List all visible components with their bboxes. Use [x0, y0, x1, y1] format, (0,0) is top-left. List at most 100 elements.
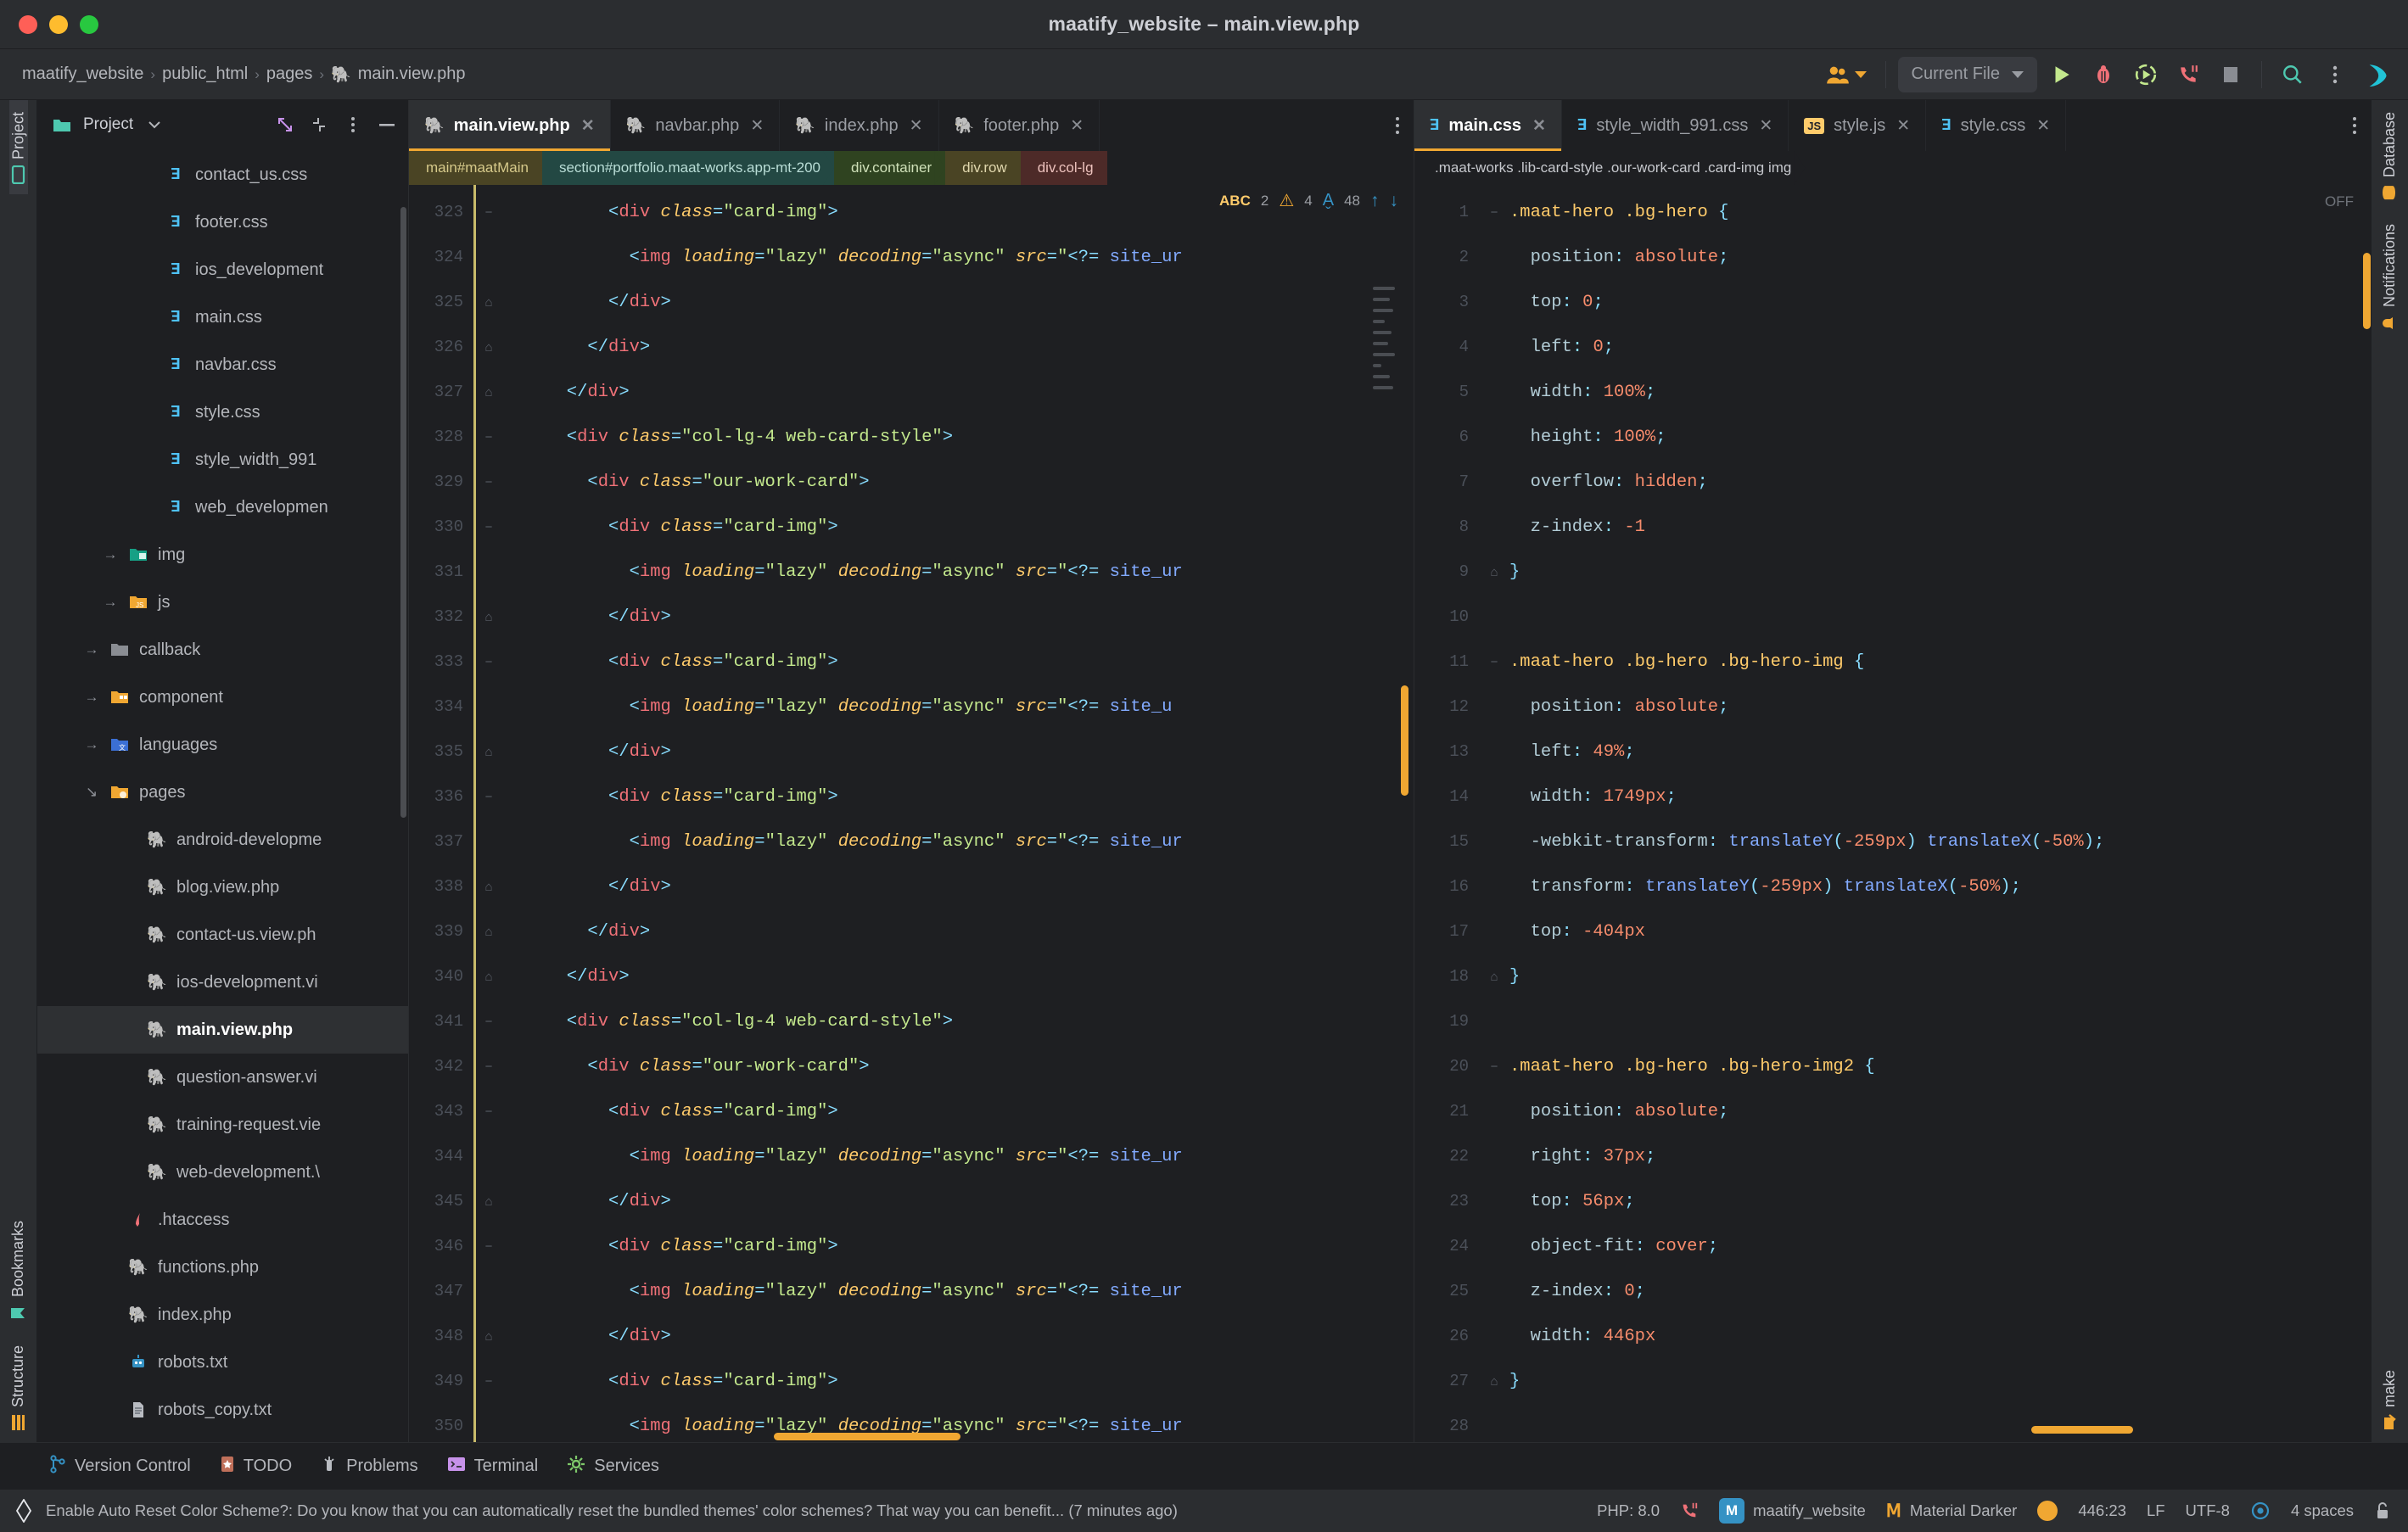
fold-marker[interactable]: ⌂	[473, 370, 504, 415]
breadcrumb-segment[interactable]: section#portfolio.maat-works.app-mt-200	[541, 151, 834, 185]
code-line[interactable]: </div>	[504, 1179, 1414, 1224]
fold-marker[interactable]: −	[473, 1224, 504, 1269]
tree-item[interactable]: → component	[37, 674, 408, 721]
collapse-all-icon[interactable]	[306, 112, 332, 137]
code-line[interactable]: <div class="card-img">	[504, 1359, 1414, 1404]
disclosure-arrow-icon[interactable]: →	[83, 736, 100, 753]
code-line[interactable]: </div>	[504, 954, 1414, 999]
disclosure-arrow-icon[interactable]: →	[102, 546, 119, 563]
inspection-icon[interactable]	[2250, 1501, 2271, 1521]
fold-marker[interactable]: ⌂	[1479, 954, 1509, 999]
code-line[interactable]: position: absolute;	[1509, 1089, 2371, 1134]
fold-marker[interactable]: −	[1479, 1044, 1509, 1089]
breadcrumb-item-pages[interactable]: pages	[266, 64, 313, 84]
fold-marker[interactable]	[1479, 370, 1509, 415]
tree-item[interactable]: Ǝstyle_width_991	[37, 436, 408, 484]
inspection-widget-left[interactable]: ABC 2 ⚠ 4 A̬ 48 ↑ ↓	[1219, 190, 1398, 211]
inspection-status-right[interactable]: OFF	[2325, 193, 2354, 210]
fold-marker[interactable]: ⌂	[473, 864, 504, 909]
fold-marker[interactable]: −	[473, 1089, 504, 1134]
code-line[interactable]: overflow: hidden;	[1509, 460, 2371, 505]
previous-problem-icon[interactable]: ↑	[1370, 191, 1380, 211]
code-content-right[interactable]: .maat-hero .bg-hero {position: absolute;…	[1509, 185, 2371, 1442]
code-line[interactable]: <div class="our-work-card">	[504, 460, 1414, 505]
unlocked-icon[interactable]	[2374, 1501, 2391, 1521]
tree-item[interactable]: → callback	[37, 626, 408, 674]
code-line[interactable]: </div>	[504, 1314, 1414, 1359]
line-separator[interactable]: LF	[2147, 1501, 2165, 1520]
tool-window-problems[interactable]: Problems	[321, 1455, 418, 1479]
tree-item[interactable]: 🐘 training-request.vie	[37, 1101, 408, 1149]
fold-marker[interactable]: −	[473, 415, 504, 460]
file-encoding[interactable]: UTF-8	[2186, 1501, 2230, 1520]
editor-tab[interactable]: 🐘 footer.php ✕	[939, 100, 1100, 151]
close-tab-icon[interactable]: ✕	[2036, 116, 2050, 136]
fold-marker[interactable]	[473, 1404, 504, 1442]
fold-marker[interactable]: ⌂	[473, 730, 504, 774]
code-line[interactable]: .maat-hero .bg-hero .bg-hero-img2 {	[1509, 1044, 2371, 1089]
fold-marker[interactable]: −	[1479, 640, 1509, 685]
code-line[interactable]: <img loading="lazy" decoding="async" src…	[504, 235, 1414, 280]
code-line[interactable]: transform: translateY(-259px) translateX…	[1509, 864, 2371, 909]
tree-item[interactable]: → JS js	[37, 579, 408, 626]
fold-marker[interactable]	[1479, 730, 1509, 774]
code-line[interactable]: </div>	[504, 280, 1414, 325]
editor-tab[interactable]: 🐘 main.view.php ✕	[409, 100, 611, 151]
close-window-button[interactable]	[19, 14, 37, 34]
next-problem-icon[interactable]: ↓	[1390, 191, 1399, 211]
code-line[interactable]: -webkit-transform: translateY(-259px) tr…	[1509, 819, 2371, 864]
disclosure-arrow-icon[interactable]: ↘	[83, 784, 100, 801]
fold-marker[interactable]	[1479, 415, 1509, 460]
close-tab-icon[interactable]: ✕	[910, 116, 923, 136]
code-line[interactable]	[1509, 595, 2371, 640]
code-line[interactable]: width: 446px	[1509, 1314, 2371, 1359]
breadcrumb-item-file[interactable]: main.view.php	[358, 64, 466, 84]
fold-markers-right[interactable]: − ⌂ − ⌂ − ⌂	[1479, 185, 1509, 1442]
fold-marker[interactable]	[473, 235, 504, 280]
code-line[interactable]: top: -404px	[1509, 909, 2371, 954]
fold-marker[interactable]	[1479, 1134, 1509, 1179]
run-icon[interactable]	[2042, 56, 2080, 93]
code-line[interactable]: </div>	[504, 730, 1414, 774]
fold-marker[interactable]	[1479, 685, 1509, 730]
tree-item[interactable]: Ǝstyle.css	[37, 389, 408, 436]
disclosure-arrow-icon[interactable]: →	[83, 689, 100, 706]
code-line[interactable]: <img loading="lazy" decoding="async" src…	[504, 685, 1414, 730]
editor-tab[interactable]: 🐘 navbar.php ✕	[611, 100, 781, 151]
css-selector-path[interactable]: .maat-works .lib-card-style .our-work-ca…	[1414, 151, 1806, 185]
fold-marker[interactable]: ⌂	[473, 595, 504, 640]
code-line[interactable]: z-index: -1	[1509, 505, 2371, 550]
breadcrumb-item-public-html[interactable]: public_html	[162, 64, 248, 84]
close-tab-icon[interactable]: ✕	[581, 116, 595, 136]
fold-marker[interactable]	[473, 1269, 504, 1314]
code-line[interactable]: left: 49%;	[1509, 730, 2371, 774]
fold-marker[interactable]: −	[473, 505, 504, 550]
fold-marker[interactable]	[1479, 460, 1509, 505]
code-line[interactable]: </div>	[504, 864, 1414, 909]
ai-assistant-icon[interactable]	[2359, 56, 2396, 93]
fold-marker[interactable]	[1479, 505, 1509, 550]
tree-item[interactable]: 🐘 index.php	[37, 1291, 408, 1339]
editor-breadcrumb-right[interactable]: .maat-works .lib-card-style .our-work-ca…	[1414, 151, 2371, 185]
vertical-scrollbar-right[interactable]	[2363, 253, 2371, 329]
tree-item[interactable]: robots_copy.txt	[37, 1386, 408, 1434]
sidebar-item-project[interactable]: Project	[8, 100, 28, 195]
fold-marker[interactable]	[1479, 325, 1509, 370]
tree-item[interactable]: Ǝfooter.css	[37, 198, 408, 246]
code-line[interactable]: position: absolute;	[1509, 235, 2371, 280]
breadcrumb[interactable]: maatify_website › public_html › pages › …	[22, 64, 466, 85]
code-line[interactable]: position: absolute;	[1509, 685, 2371, 730]
tree-item[interactable]: 🐘 contact-us.view.ph	[37, 911, 408, 959]
caret-position[interactable]: 446:23	[2078, 1501, 2126, 1520]
hide-panel-icon[interactable]	[374, 112, 400, 137]
close-tab-icon[interactable]: ✕	[1532, 116, 1546, 136]
breadcrumb-item-project[interactable]: maatify_website	[22, 64, 143, 84]
code-line[interactable]: .maat-hero .bg-hero .bg-hero-img {	[1509, 640, 2371, 685]
editor-tab[interactable]: 🐘 index.php ✕	[780, 100, 939, 151]
minimize-window-button[interactable]	[49, 14, 68, 34]
code-line[interactable]: <div class="our-work-card">	[504, 1044, 1414, 1089]
code-content-left[interactable]: <div class="card-img"> <img loading="lazy…	[504, 185, 1414, 1442]
code-line[interactable]	[1509, 1404, 2371, 1442]
breadcrumb-segment[interactable]: div.row	[945, 151, 1021, 185]
code-line[interactable]: right: 37px;	[1509, 1134, 2371, 1179]
